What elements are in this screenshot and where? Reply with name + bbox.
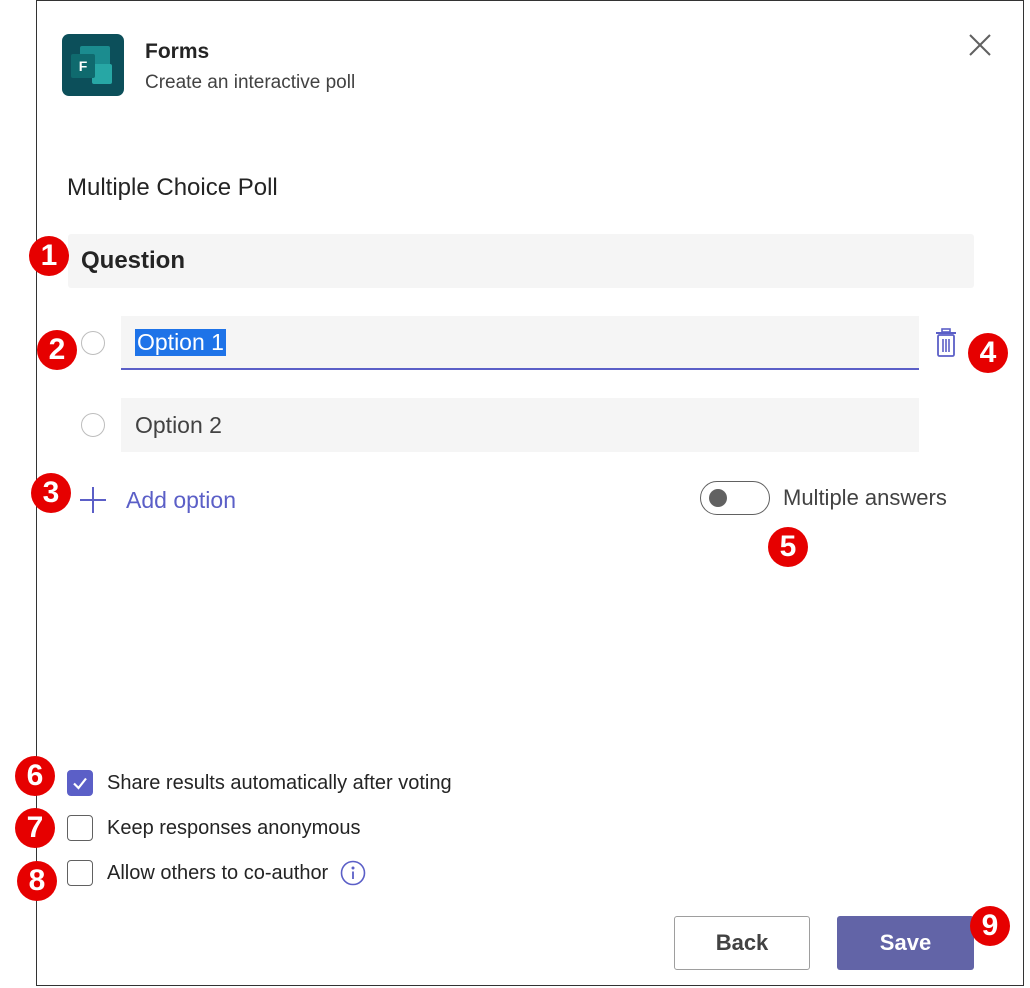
- app-icon-shape: [92, 64, 112, 84]
- option-2-text: Option 2: [135, 411, 222, 438]
- annotation-marker: 6: [15, 756, 55, 796]
- close-icon: [969, 34, 991, 56]
- save-button[interactable]: Save: [837, 916, 974, 970]
- add-option-label: Add option: [126, 486, 236, 513]
- annotation-marker: 4: [968, 333, 1008, 373]
- multiple-answers-label: Multiple answers: [783, 485, 947, 510]
- option-2-input[interactable]: Option 2: [121, 398, 919, 452]
- multiple-answers-toggle[interactable]: [700, 481, 770, 515]
- option-1-input[interactable]: Option 1: [121, 316, 919, 370]
- back-button[interactable]: Back: [674, 916, 810, 970]
- poll-type-title: Multiple Choice Poll: [67, 174, 278, 201]
- annotation-marker: 2: [37, 330, 77, 370]
- plus-icon: [80, 487, 106, 513]
- annotation-marker: 8: [17, 861, 57, 901]
- anonymous-checkbox[interactable]: [67, 815, 93, 841]
- question-input[interactable]: Question: [68, 234, 974, 288]
- annotation-marker: 3: [31, 473, 71, 513]
- option-1-text: Option 1: [135, 328, 226, 356]
- share-results-checkbox[interactable]: [67, 770, 93, 796]
- co-author-checkbox[interactable]: [67, 860, 93, 886]
- co-author-row: Allow others to co-author: [67, 858, 366, 888]
- share-results-label: Share results automatically after voting: [107, 771, 452, 794]
- add-option-button[interactable]: Add option: [78, 480, 236, 520]
- checkmark-icon: [73, 777, 87, 790]
- delete-option-button[interactable]: [933, 328, 959, 358]
- info-icon[interactable]: [340, 860, 366, 886]
- anonymous-label: Keep responses anonymous: [107, 816, 361, 839]
- app-title: Forms: [145, 40, 210, 63]
- annotation-marker: 1: [29, 236, 69, 276]
- annotation-marker: 9: [970, 906, 1010, 946]
- toggle-knob: [709, 489, 727, 507]
- option-1-radio[interactable]: [81, 331, 105, 355]
- trash-icon: [936, 328, 956, 357]
- app-subtitle: Create an interactive poll: [145, 72, 356, 93]
- annotation-marker: 7: [15, 808, 55, 848]
- option-2-radio[interactable]: [81, 413, 105, 437]
- co-author-label: Allow others to co-author: [107, 861, 329, 884]
- annotation-marker: 5: [768, 527, 808, 567]
- app-icon-letter: F: [71, 54, 95, 78]
- question-label: Question: [81, 247, 186, 274]
- share-results-row: Share results automatically after voting: [67, 768, 452, 798]
- close-button[interactable]: [965, 30, 995, 60]
- forms-app-icon: F: [62, 34, 124, 96]
- anonymous-row: Keep responses anonymous: [67, 813, 361, 843]
